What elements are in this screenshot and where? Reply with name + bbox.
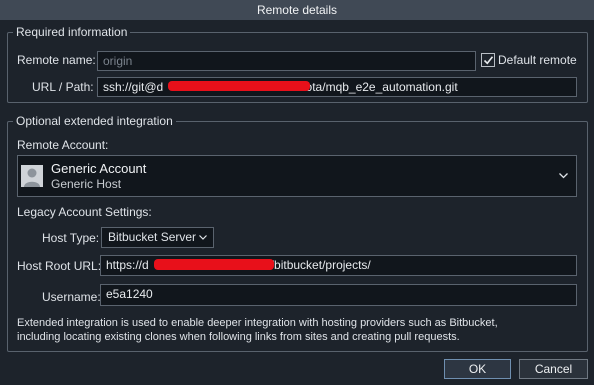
required-information-legend: Required information: [13, 25, 131, 39]
default-remote-label: Default remote: [498, 53, 577, 67]
host-type-value: Bitbucket Server: [108, 230, 197, 244]
remote-name-input[interactable]: origin: [97, 51, 476, 71]
remote-account-select[interactable]: Generic Account Generic Host: [17, 155, 577, 197]
remote-name-label: Remote name:: [17, 53, 96, 67]
user-avatar-icon: [21, 165, 43, 187]
host-type-label: Host Type:: [42, 231, 100, 245]
username-label: Username:: [42, 290, 101, 304]
default-remote-checkbox[interactable]: [481, 53, 495, 67]
url-suffix: /ota/mqb_e2e_automation.git: [302, 80, 458, 94]
checkmark-icon: [483, 56, 494, 65]
ok-button[interactable]: OK: [444, 359, 511, 379]
account-host: Generic Host: [51, 177, 122, 191]
username-input[interactable]: e5a1240: [100, 284, 577, 306]
chevron-down-icon: [559, 173, 568, 179]
host-root-url-label: Host Root URL:: [17, 259, 102, 273]
url-prefix: ssh://git@d: [103, 80, 164, 94]
legacy-settings-label: Legacy Account Settings:: [17, 205, 152, 219]
integration-note-line1: Extended integration is used to enable d…: [17, 317, 498, 329]
optional-integration-legend: Optional extended integration: [13, 114, 176, 128]
redaction-mark: [154, 259, 274, 270]
url-path-label: URL / Path:: [32, 80, 94, 94]
chevron-down-icon: [199, 235, 207, 240]
cancel-button[interactable]: Cancel: [519, 359, 588, 379]
integration-note-line2: including locating existing clones when …: [17, 331, 460, 343]
dialog-title: Remote details: [0, 0, 594, 20]
host-type-dropdown[interactable]: Bitbucket Server: [101, 227, 214, 248]
redaction-mark: [168, 81, 310, 91]
account-name: Generic Account: [51, 161, 147, 176]
host-root-suffix: /bitbucket/projects/: [270, 258, 371, 272]
host-root-prefix: https://d: [106, 258, 149, 272]
remote-account-label: Remote Account:: [17, 138, 109, 152]
